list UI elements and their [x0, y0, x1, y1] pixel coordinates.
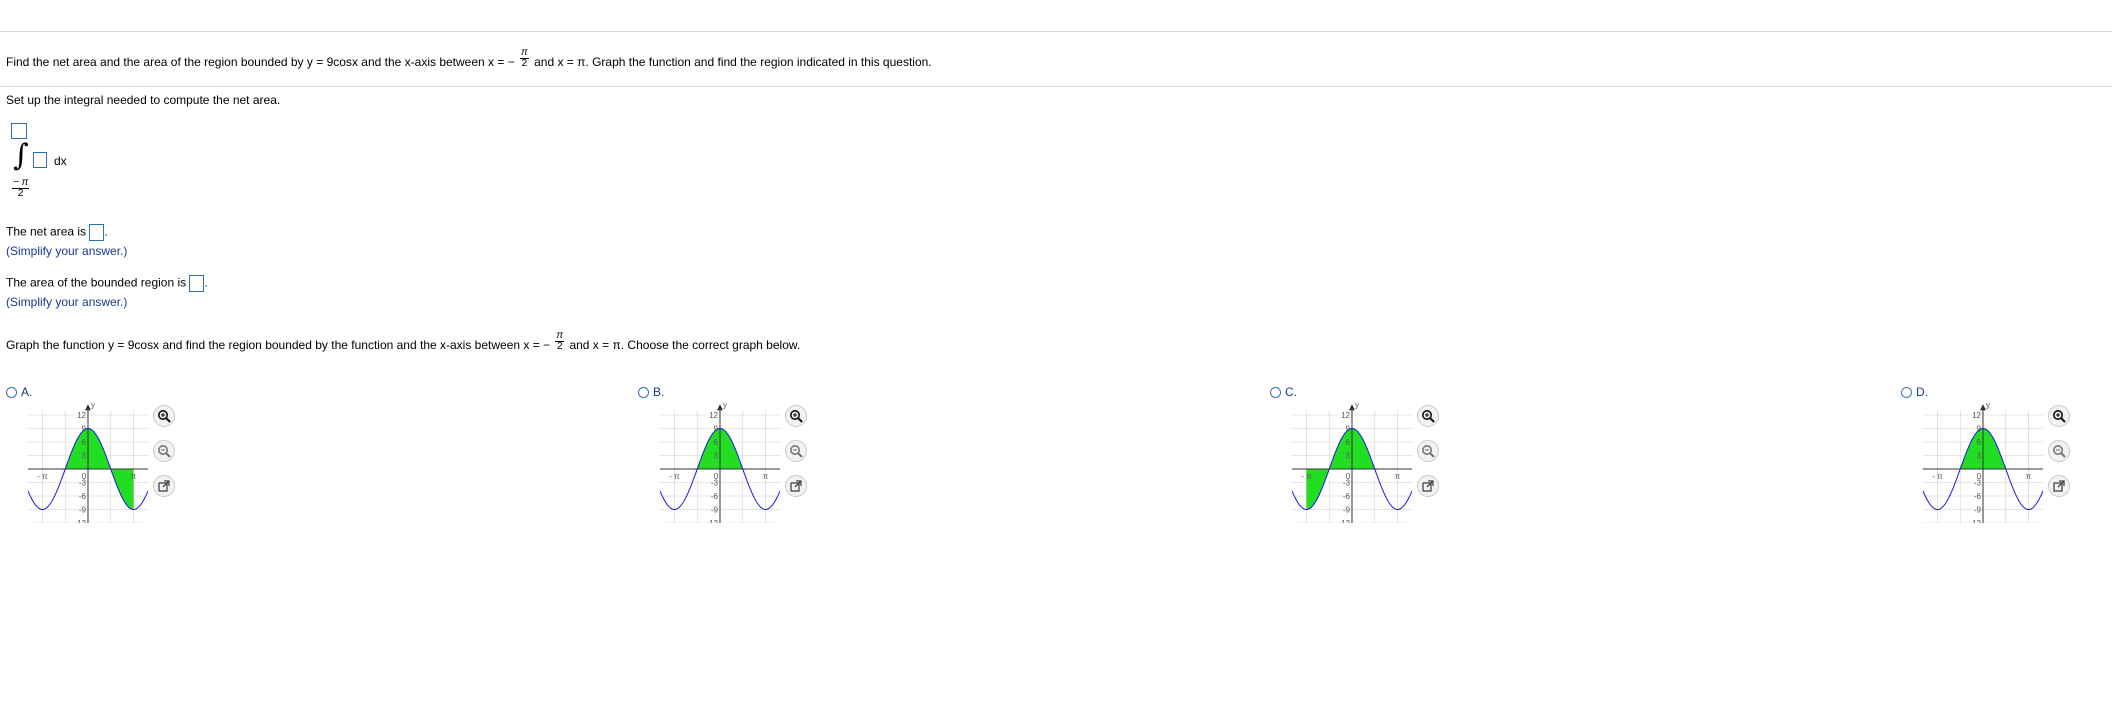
dx-label: dx: [54, 154, 67, 168]
zoom-in-icon: [2053, 410, 2066, 423]
bounded-area-hint: (Simplify your answer.): [6, 295, 128, 309]
zoom-in-icon: [1422, 410, 1435, 423]
y-tick-label: 12: [77, 411, 86, 420]
net-area-input[interactable]: [89, 224, 105, 241]
popout-button[interactable]: [2048, 475, 2070, 497]
zoom-in-button[interactable]: [785, 405, 807, 427]
setup-instruction: Set up the integral needed to compute th…: [6, 93, 281, 107]
y-tick-label: -6: [1343, 492, 1351, 501]
graph-question-text: Graph the function y = 9cosx and find th…: [6, 330, 801, 353]
x-tick-label: - π: [1932, 472, 1943, 481]
zoom-out-icon: [790, 445, 803, 458]
bounded-area-row: The area of the bounded region is .: [6, 275, 208, 292]
question-fraction: π2: [520, 47, 529, 70]
y-tick-label: 12: [1972, 411, 1981, 420]
y-axis-label: y: [1986, 403, 1990, 409]
x-tick-label: π: [1395, 472, 1401, 481]
y-tick-label: -12: [74, 519, 86, 523]
zoom-in-button[interactable]: [2048, 405, 2070, 427]
y-axis-label: y: [91, 403, 95, 409]
y-tick-label: 9: [1977, 425, 1982, 434]
x-tick-label: 0: [1346, 472, 1351, 481]
zoom-in-icon: [790, 410, 803, 423]
y-tick-label: 12: [709, 411, 718, 420]
y-tick-label: -9: [1974, 506, 1982, 515]
option-label: D.: [1916, 385, 1928, 399]
popout-icon: [2053, 480, 2065, 492]
zoom-out-icon: [158, 445, 171, 458]
option-radio[interactable]: [6, 387, 17, 398]
option-graph: yx12963-3-6-9-12- 2π- π0π2π: [28, 403, 148, 523]
upper-limit-input[interactable]: [11, 123, 27, 139]
y-tick-label: 6: [1346, 438, 1351, 447]
lower-limit: − π 2: [12, 177, 30, 199]
zoom-in-button[interactable]: [153, 405, 175, 427]
y-tick-label: -9: [711, 506, 719, 515]
y-tick-label: -6: [711, 492, 719, 501]
x-tick-label: π: [2026, 472, 2032, 481]
x-tick-label: - π: [669, 472, 680, 481]
option-graph: yx12963-3-6-9-12- 2π- π0π2π: [1923, 403, 2043, 523]
x-tick-label: - π: [1301, 472, 1312, 481]
y-tick-label: 9: [714, 425, 719, 434]
zoom-in-button[interactable]: [1417, 405, 1439, 427]
graph-question-fraction: π2: [555, 330, 565, 353]
y-tick-label: 6: [82, 438, 87, 447]
option-radio[interactable]: [1901, 387, 1912, 398]
y-axis-label: y: [723, 403, 727, 409]
zoom-in-icon: [158, 410, 171, 423]
option-label: C.: [1285, 385, 1297, 399]
y-tick-label: 3: [1977, 452, 1982, 461]
net-area-hint: (Simplify your answer.): [6, 244, 128, 258]
y-tick-label: -12: [1338, 519, 1350, 523]
zoom-out-button[interactable]: [2048, 440, 2070, 462]
question-text: Find the net area and the area of the re…: [6, 47, 932, 70]
y-tick-label: -9: [1343, 506, 1351, 515]
popout-button[interactable]: [785, 475, 807, 497]
option-graph: yx12963-3-6-9-12- 2π- π0π2π: [1292, 403, 1412, 523]
y-tick-label: 9: [82, 425, 87, 434]
integral-sign: ∫: [13, 138, 29, 173]
net-area-row: The net area is .: [6, 224, 108, 241]
y-tick-label: 3: [714, 452, 719, 461]
bounded-area-input[interactable]: [189, 275, 205, 292]
popout-icon: [1422, 480, 1434, 492]
zoom-out-button[interactable]: [1417, 440, 1439, 462]
option-label: B.: [653, 385, 665, 399]
y-axis-label: y: [1355, 403, 1359, 409]
y-tick-label: -9: [79, 506, 87, 515]
y-tick-label: -6: [79, 492, 87, 501]
y-tick-label: 9: [1346, 425, 1351, 434]
x-tick-label: π: [763, 472, 769, 481]
y-tick-label: 12: [1341, 411, 1350, 420]
zoom-out-button[interactable]: [153, 440, 175, 462]
y-tick-label: -12: [706, 519, 718, 523]
popout-icon: [790, 480, 802, 492]
popout-button[interactable]: [1417, 475, 1439, 497]
integrand-input[interactable]: [33, 152, 47, 168]
x-tick-label: - π: [37, 472, 48, 481]
y-tick-label: 3: [1346, 452, 1351, 461]
y-tick-label: 6: [1977, 438, 1982, 447]
zoom-out-icon: [1422, 445, 1435, 458]
option-graph: yx12963-3-6-9-12- 2π- π0π2π: [660, 403, 780, 523]
y-tick-label: -6: [1974, 492, 1982, 501]
x-tick-label: 0: [1977, 472, 1982, 481]
popout-button[interactable]: [153, 475, 175, 497]
x-tick-label: 0: [714, 472, 719, 481]
popout-icon: [158, 480, 170, 492]
y-tick-label: -12: [1969, 519, 1981, 523]
option-radio[interactable]: [1270, 387, 1281, 398]
zoom-out-icon: [2053, 445, 2066, 458]
x-tick-label: 0: [82, 472, 87, 481]
question-divider: [0, 86, 2112, 87]
top-divider: [0, 31, 2112, 32]
zoom-out-button[interactable]: [785, 440, 807, 462]
y-tick-label: 3: [82, 452, 87, 461]
x-tick-label: π: [131, 472, 137, 481]
option-label: A.: [21, 385, 33, 399]
y-tick-label: 6: [714, 438, 719, 447]
option-radio[interactable]: [638, 387, 649, 398]
